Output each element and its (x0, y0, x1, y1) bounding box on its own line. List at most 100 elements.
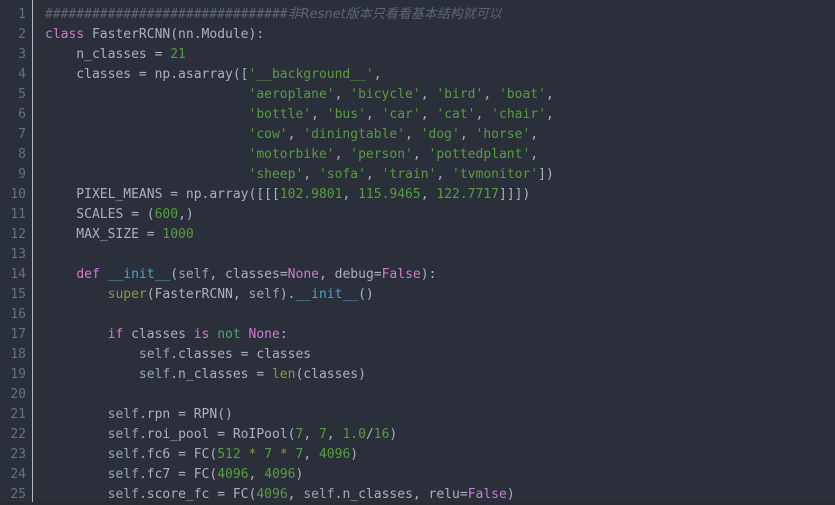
code-token: 非Resnet版本只看看基本结构就可以 (287, 7, 502, 22)
code-token: , classes= (209, 267, 288, 282)
code-line[interactable] (45, 305, 835, 325)
code-token: , (420, 107, 437, 122)
code-token: '__background__' (248, 67, 374, 82)
line-number[interactable]: 11 (0, 205, 32, 225)
code-line[interactable]: def __init__(self, classes=None, debug=F… (45, 265, 835, 285)
code-line[interactable]: SCALES = (600,) (45, 205, 835, 225)
line-number[interactable]: 13 (0, 245, 32, 265)
code-token: , (365, 107, 382, 122)
line-number[interactable]: 3 (0, 45, 32, 65)
code-token: classes = np.asarray([ (45, 67, 249, 82)
code-line[interactable]: 'sheep', 'sofa', 'train', 'tvmonitor']) (45, 165, 835, 185)
code-line[interactable]: self.rpn = RPN() (45, 405, 835, 425)
code-line[interactable]: self.roi_pool = RoIPool(7, 7, 1.0/16) (45, 425, 835, 445)
code-line[interactable]: ###############################非Resnet版本… (45, 5, 835, 25)
code-token: len (271, 367, 296, 382)
code-line[interactable]: PIXEL_MEANS = np.array([[[102.9801, 115.… (45, 185, 835, 205)
line-number[interactable]: 25 (0, 485, 32, 505)
code-token: (FasterRCNN, (146, 287, 249, 302)
line-number[interactable]: 10 (0, 185, 32, 205)
code-token: .classes = classes (170, 347, 312, 362)
code-token: class (45, 27, 85, 42)
code-line[interactable]: self.score_fc = FC(4096, self.n_classes,… (45, 485, 835, 502)
code-line[interactable]: if classes is not None: (45, 325, 835, 345)
code-token: , (459, 127, 476, 142)
line-number[interactable]: 6 (0, 105, 32, 125)
line-number[interactable]: 7 (0, 125, 32, 145)
code-line[interactable] (45, 245, 835, 265)
code-token: , (326, 427, 343, 442)
line-number[interactable]: 4 (0, 65, 32, 85)
code-line[interactable]: self.fc7 = FC(4096, 4096) (45, 465, 835, 485)
code-token: , (334, 87, 351, 102)
code-token: , (342, 187, 359, 202)
code-token: , (287, 487, 304, 502)
line-number[interactable]: 20 (0, 385, 32, 405)
code-line[interactable]: MAX_SIZE = 1000 (45, 225, 835, 245)
line-number[interactable]: 15 (0, 285, 32, 305)
line-number[interactable]: 19 (0, 365, 32, 385)
code-token: 122.7717 (436, 187, 499, 202)
code-token: , debug= (318, 267, 382, 282)
code-token: False (381, 267, 421, 282)
code-token: 'car' (381, 107, 421, 122)
code-token: () (358, 287, 374, 302)
code-token: 'pottedplant' (428, 147, 531, 162)
code-line[interactable]: 'bottle', 'bus', 'car', 'cat', 'chair', (45, 105, 835, 125)
line-number[interactable]: 5 (0, 85, 32, 105)
code-token: self (107, 427, 139, 442)
code-content-area[interactable]: ###############################非Resnet版本… (33, 0, 835, 502)
code-token: * (279, 447, 288, 462)
code-line[interactable]: super(FasterRCNN, self).__init__() (45, 285, 835, 305)
code-token: 'bicycle' (350, 87, 421, 102)
code-token: .fc7 = FC( (138, 467, 218, 482)
code-line[interactable]: 'aeroplane', 'bicycle', 'bird', 'boat', (45, 85, 835, 105)
code-editor[interactable]: 1 2 3 4 5 6 7 8 9 10 11 12 13 14 15 16 17 18 19 20 21 22 23 24 2… (0, 0, 835, 502)
code-token: , (334, 147, 351, 162)
line-number[interactable]: 9 (0, 165, 32, 185)
line-number[interactable]: 14 (0, 265, 32, 285)
line-number[interactable]: 24 (0, 465, 32, 485)
code-line[interactable]: self.n_classes = len(classes) (45, 365, 835, 385)
line-number[interactable]: 23 (0, 445, 32, 465)
line-number[interactable]: 16 (0, 305, 32, 325)
code-token: self (107, 407, 139, 422)
code-token: 'bus' (326, 107, 366, 122)
code-token: classes (123, 327, 194, 342)
code-token: , (412, 147, 429, 162)
code-line[interactable] (45, 385, 835, 405)
code-token: 'dog' (420, 127, 460, 142)
code-token: self (107, 467, 139, 482)
code-token: 7 (264, 447, 273, 462)
code-line[interactable]: 'motorbike', 'person', 'pottedplant', (45, 145, 835, 165)
line-number[interactable]: 21 (0, 405, 32, 425)
line-number[interactable]: 17 (0, 325, 32, 345)
line-number[interactable]: 18 (0, 345, 32, 365)
code-line[interactable]: class FasterRCNN(nn.Module): (45, 25, 835, 45)
line-number[interactable]: 1 (0, 5, 32, 25)
code-line[interactable]: self.classes = classes (45, 345, 835, 365)
code-line[interactable]: self.fc6 = FC(512 * 7 * 7, 4096) (45, 445, 835, 465)
code-token: 'bird' (436, 87, 484, 102)
code-line[interactable]: 'cow', 'diningtable', 'dog', 'horse', (45, 125, 835, 145)
code-line[interactable]: n_classes = 21 (45, 45, 835, 65)
code-line[interactable]: classes = np.asarray(['__background__', (45, 65, 835, 85)
line-number[interactable]: 2 (0, 25, 32, 45)
code-token: , (545, 87, 554, 102)
code-token: MAX_SIZE = (45, 227, 163, 242)
code-token: , (303, 427, 319, 442)
line-number[interactable]: 8 (0, 145, 32, 165)
line-number[interactable]: 22 (0, 425, 32, 445)
code-token: 'bottle' (248, 107, 312, 122)
code-token: is (193, 327, 210, 342)
line-number[interactable]: 12 (0, 225, 32, 245)
line-number-gutter[interactable]: 1 2 3 4 5 6 7 8 9 10 11 12 13 14 15 16 17 18 19 20 21 22 23 24 2… (0, 0, 33, 502)
code-token: def (76, 267, 100, 282)
